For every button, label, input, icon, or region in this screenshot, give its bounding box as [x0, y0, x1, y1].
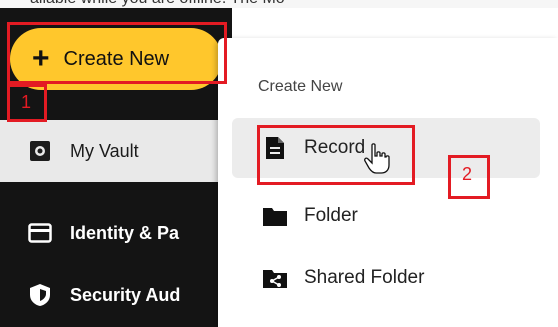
vault-icon [28, 139, 52, 163]
step1-label: 1 [21, 92, 32, 112]
menu-item-folder[interactable]: Folder [232, 186, 540, 246]
sidebar-item-my-vault[interactable]: My Vault [0, 120, 236, 182]
sidebar-item-label: My Vault [70, 140, 139, 161]
sidebar-item-security-audit[interactable]: Security Aud [0, 264, 232, 326]
shield-icon [28, 283, 52, 307]
sidebar-item-identity[interactable]: Identity & Pa [0, 202, 232, 264]
card-icon [28, 221, 52, 245]
highlight-box-step1 [7, 22, 227, 84]
shared-folder-icon [262, 265, 288, 291]
menu-item-label: Folder [304, 205, 358, 226]
highlight-box-step2 [257, 125, 415, 185]
step2-label: 2 [462, 164, 473, 184]
hand-cursor-icon [364, 143, 390, 174]
sidebar-item-label: Identity & Pa [70, 222, 180, 243]
folder-icon [262, 203, 288, 229]
dropdown-header: Create New [258, 78, 343, 95]
top-strip-text: ailable while you are offline. The Mo [30, 0, 285, 8]
top-strip: ailable while you are offline. The Mo [0, 0, 558, 8]
menu-item-shared-folder[interactable]: Shared Folder [232, 248, 540, 308]
sidebar-item-label: Security Aud [70, 284, 181, 305]
menu-item-label: Shared Folder [304, 267, 425, 288]
